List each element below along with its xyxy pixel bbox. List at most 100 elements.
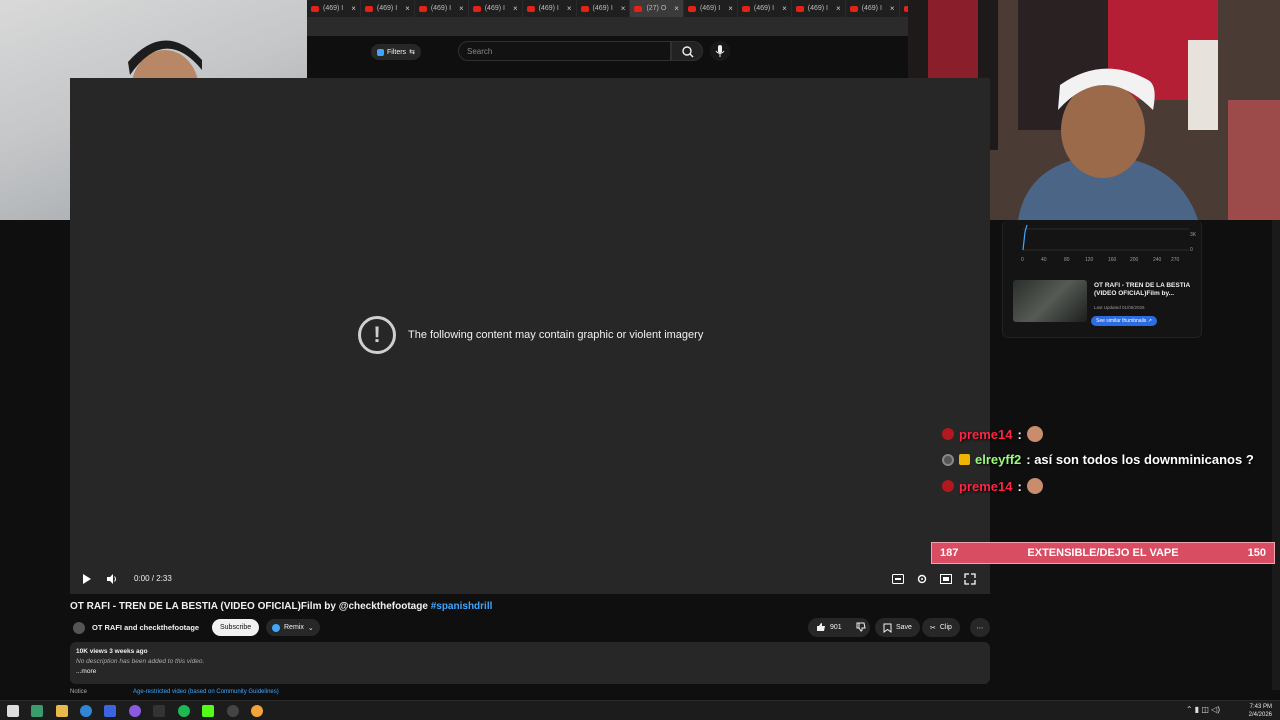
remix-label: Remix: [284, 624, 304, 631]
start-icon[interactable]: [7, 705, 19, 717]
notice-label: Notice: [70, 689, 88, 695]
theater-mode-button[interactable]: [939, 572, 953, 586]
browser-tab[interactable]: (27) O ×: [630, 0, 684, 17]
youtube-icon: [795, 5, 804, 12]
see-similar-thumbnails-button[interactable]: See similar thumbnails ↗: [1091, 316, 1157, 326]
settings-button[interactable]: [915, 572, 929, 586]
x-tick: 80: [1064, 257, 1070, 263]
tab-label: (469) I: [592, 5, 613, 12]
folder-icon[interactable]: [56, 705, 68, 717]
scrollbar[interactable]: [1272, 220, 1280, 690]
hashtag-link[interactable]: #spanishdrill: [431, 601, 493, 612]
save-button[interactable]: Save: [875, 618, 920, 637]
description-box[interactable]: 10K views 3 weeks ago No description has…: [70, 642, 990, 684]
edge-icon[interactable]: [80, 705, 92, 717]
kick-icon[interactable]: [202, 705, 214, 717]
close-icon[interactable]: ×: [459, 4, 464, 13]
browser-tab-strip: (469) I × (469) I × (469) I × (469) I × (469) I ×…: [307, 0, 908, 17]
taskbar-clock[interactable]: 7:43 PM 2/4/2026: [1249, 703, 1272, 719]
close-icon[interactable]: ×: [728, 4, 733, 13]
close-icon[interactable]: ×: [836, 4, 841, 13]
avatar[interactable]: [73, 622, 85, 634]
discord-icon[interactable]: [129, 705, 141, 717]
close-icon[interactable]: ×: [782, 4, 787, 13]
browser-tab[interactable]: (469) I×: [738, 0, 792, 17]
tab-label: (469) I: [323, 5, 344, 12]
spotify-icon[interactable]: [178, 705, 190, 717]
close-icon[interactable]: ×: [405, 4, 410, 13]
youtube-icon: [580, 5, 589, 12]
x-tick: 120: [1085, 257, 1094, 263]
close-icon[interactable]: ×: [890, 4, 895, 13]
search-input[interactable]: Search: [458, 41, 671, 61]
volume-icon: [107, 574, 116, 584]
subtitles-button[interactable]: [891, 572, 905, 586]
browser-tab[interactable]: (469) I×: [415, 0, 469, 17]
browser-tab[interactable]: (469) I ×: [307, 0, 361, 17]
chevron-down-icon: ⌄: [307, 624, 314, 632]
search-button[interactable]: [671, 41, 703, 61]
voice-search-button[interactable]: [710, 41, 730, 61]
no-description-text: No description has been added to this vi…: [76, 658, 205, 665]
browser-tab[interactable]: (469) I ×: [577, 0, 631, 17]
chat-username: preme14: [959, 478, 1013, 494]
subscribe-button[interactable]: Subscribe: [212, 619, 260, 636]
youtube-icon: [849, 5, 858, 12]
play-button[interactable]: [79, 572, 93, 586]
youtube-icon: [472, 5, 481, 12]
like-dislike-group: 901: [808, 618, 870, 637]
chrome-icon[interactable]: [251, 705, 263, 717]
system-tray-icons[interactable]: ⌃ ▮ ◫ ◁): [1186, 705, 1220, 714]
chat-colon: :: [1017, 478, 1022, 494]
clip-button[interactable]: ✂ Clip: [922, 618, 960, 637]
volume-button[interactable]: [105, 572, 119, 586]
remix-button[interactable]: Remix ⌄: [266, 619, 320, 636]
y-tick: 0: [1190, 247, 1193, 253]
app-icon[interactable]: [31, 705, 43, 717]
browser-tab[interactable]: (469) I×: [684, 0, 738, 17]
browser-tab[interactable]: (469) I×: [361, 0, 415, 17]
gear-icon: [917, 574, 927, 584]
remix-icon: [272, 623, 280, 632]
ai-icon: [377, 48, 384, 56]
youtube-header: Filters ⇆ Search: [307, 36, 908, 78]
close-icon[interactable]: ×: [567, 4, 572, 13]
search-icon: [682, 46, 694, 58]
video-thumbnail[interactable]: [1013, 280, 1087, 322]
more-actions-button[interactable]: ⋯: [970, 618, 990, 637]
browser-tab[interactable]: (469) I×: [469, 0, 523, 17]
close-icon[interactable]: ×: [621, 4, 626, 13]
x-tick: 40: [1041, 257, 1047, 263]
prediction-right-count: 150: [1247, 547, 1266, 559]
thumbs-down-icon: [856, 622, 866, 632]
channel-name[interactable]: OT RAFI and checkthefootage: [92, 623, 199, 632]
more-link[interactable]: ...more: [76, 668, 984, 675]
app-icon[interactable]: [104, 705, 116, 717]
browser-toolbar: [307, 17, 908, 36]
browser-tab[interactable]: (469) I×: [846, 0, 900, 17]
fullscreen-button[interactable]: [963, 572, 977, 586]
warning-icon: !: [358, 316, 396, 354]
like-count: 901: [830, 624, 842, 631]
close-icon[interactable]: ×: [351, 4, 356, 13]
obs-icon[interactable]: [227, 705, 239, 717]
sliders-icon: ⇆: [409, 49, 415, 56]
warning-text: The following content may contain graphi…: [408, 329, 704, 341]
filters-label: Filters: [387, 48, 407, 56]
save-label: Save: [896, 624, 912, 631]
filters-button[interactable]: Filters ⇆: [371, 44, 421, 60]
dislike-button[interactable]: [856, 622, 866, 634]
prediction-label: EXTENSIBLE/DEJO EL VAPE: [1027, 547, 1179, 559]
subtitles-icon: [892, 574, 904, 584]
app-icon[interactable]: [153, 705, 165, 717]
close-icon[interactable]: ×: [513, 4, 518, 13]
player-controls: 0:00 / 2:33: [70, 564, 990, 594]
like-button[interactable]: [816, 622, 826, 634]
close-icon[interactable]: ×: [674, 4, 679, 13]
emote-icon: [1026, 426, 1043, 442]
browser-tab[interactable]: (469) I×: [792, 0, 846, 17]
notice-link[interactable]: Age-restricted video (based on Community…: [133, 689, 279, 695]
browser-tab[interactable]: (469) I×: [900, 0, 908, 17]
youtube-icon: [687, 5, 696, 12]
browser-tab[interactable]: (469) I×: [523, 0, 577, 17]
